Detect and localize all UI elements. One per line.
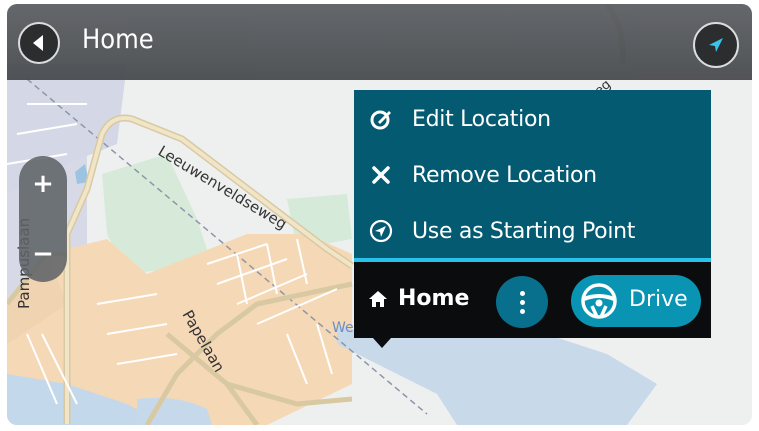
menu-item-edit-location[interactable]: Edit Location xyxy=(354,92,711,146)
menu-item-remove-location[interactable]: Remove Location xyxy=(354,148,711,202)
menu-item-label: Remove Location xyxy=(412,162,597,188)
menu-item-label: Edit Location xyxy=(412,106,551,132)
more-options-button[interactable] xyxy=(496,276,548,328)
home-icon xyxy=(368,290,388,312)
edit-icon xyxy=(368,106,394,132)
more-vertical-icon xyxy=(519,290,525,296)
device-screen: Leeuwenveldseweg Pampuslaan Papelaan We … xyxy=(7,4,752,425)
zoom-out-button[interactable]: − xyxy=(19,232,67,276)
page-title: Home xyxy=(82,24,154,55)
location-popup-menu: Edit Location Remove Location Use as Sta… xyxy=(354,90,711,258)
popup-pointer xyxy=(373,338,391,348)
current-location-button[interactable] xyxy=(693,22,739,68)
steering-wheel-icon xyxy=(579,281,619,325)
zoom-in-button[interactable]: + xyxy=(19,162,67,206)
navigate-icon xyxy=(368,218,394,244)
navigation-arrow-icon xyxy=(709,38,723,52)
drive-label: Drive xyxy=(629,287,688,312)
menu-item-label: Use as Starting Point xyxy=(412,218,636,244)
location-name: Home xyxy=(398,286,470,311)
back-button[interactable] xyxy=(18,22,60,64)
back-arrow-icon xyxy=(33,35,43,51)
close-icon xyxy=(368,162,394,188)
drive-button[interactable]: Drive xyxy=(571,275,701,327)
location-bottom-bar: Home Drive xyxy=(354,262,711,338)
map-label-water: We xyxy=(332,320,354,336)
menu-item-use-as-starting-point[interactable]: Use as Starting Point xyxy=(354,204,711,258)
top-bar: Home xyxy=(7,4,752,80)
zoom-control: + − xyxy=(19,156,67,282)
